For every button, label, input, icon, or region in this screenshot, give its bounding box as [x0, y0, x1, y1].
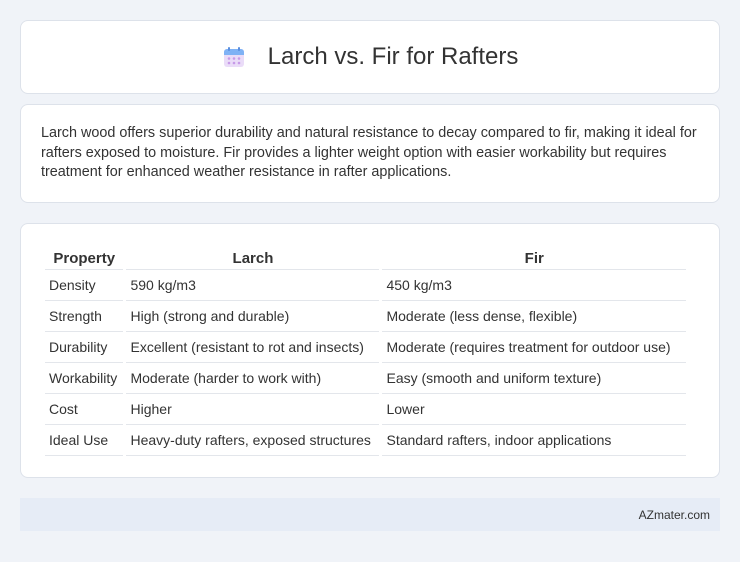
table-card: Property Larch Fir Density 590 kg/m3 450… [20, 223, 720, 478]
cell-larch: 590 kg/m3 [126, 270, 380, 301]
table-row: Durability Excellent (resistant to rot a… [45, 332, 686, 363]
table-row: Density 590 kg/m3 450 kg/m3 [45, 270, 686, 301]
summary-card: Larch wood offers superior durability an… [20, 104, 720, 203]
cell-larch: Heavy-duty rafters, exposed structures [126, 425, 380, 456]
cell-fir: Moderate (requires treatment for outdoor… [382, 332, 686, 363]
table-row: Strength High (strong and durable) Moder… [45, 301, 686, 332]
table-row: Workability Moderate (harder to work wit… [45, 363, 686, 394]
table-row: Cost Higher Lower [45, 394, 686, 425]
header-fir: Fir [382, 244, 686, 270]
cell-larch: High (strong and durable) [126, 301, 380, 332]
cell-property: Density [45, 270, 124, 301]
summary-text: Larch wood offers superior durability an… [41, 125, 697, 180]
cell-property: Workability [45, 363, 124, 394]
table-row: Ideal Use Heavy-duty rafters, exposed st… [45, 425, 686, 456]
cell-larch: Excellent (resistant to rot and insects) [126, 332, 380, 363]
calendar-icon [222, 45, 246, 69]
footer: AZmater.com [20, 498, 720, 531]
cell-fir: Standard rafters, indoor applications [382, 425, 686, 456]
page-title: Larch vs. Fir for Rafters [267, 43, 519, 70]
header-property: Property [45, 244, 124, 270]
header-larch: Larch [126, 244, 380, 270]
cell-property: Cost [45, 394, 124, 425]
cell-property: Strength [45, 301, 124, 332]
table-header-row: Property Larch Fir [45, 244, 686, 270]
cell-fir: Moderate (less dense, flexible) [382, 301, 686, 332]
cell-fir: Lower [382, 394, 686, 425]
cell-fir: 450 kg/m3 [382, 270, 686, 301]
cell-fir: Easy (smooth and uniform texture) [382, 363, 686, 394]
comparison-table: Property Larch Fir Density 590 kg/m3 450… [42, 244, 689, 456]
title-card: Larch vs. Fir for Rafters [20, 20, 720, 94]
cell-property: Ideal Use [45, 425, 124, 456]
cell-larch: Moderate (harder to work with) [126, 363, 380, 394]
cell-larch: Higher [126, 394, 380, 425]
footer-site-link[interactable]: AZmater.com [639, 508, 710, 522]
cell-property: Durability [45, 332, 124, 363]
